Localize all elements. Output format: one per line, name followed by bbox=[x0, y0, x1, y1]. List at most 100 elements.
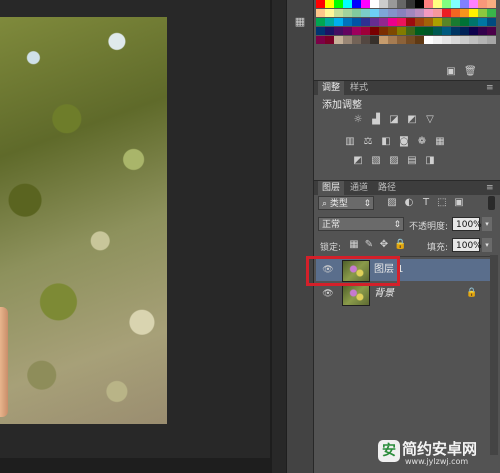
color-swatch[interactable] bbox=[415, 9, 424, 17]
color-swatch[interactable] bbox=[361, 9, 370, 17]
color-swatch[interactable] bbox=[415, 27, 424, 35]
color-swatch[interactable] bbox=[388, 9, 397, 17]
color-swatch[interactable] bbox=[361, 36, 370, 44]
color-swatch[interactable] bbox=[379, 18, 388, 26]
selective-color-icon[interactable]: ◨ bbox=[424, 155, 436, 167]
lock-all-icon[interactable]: 🔒 bbox=[394, 239, 406, 251]
photo-filter-icon[interactable]: ◙ bbox=[398, 136, 410, 148]
color-swatch[interactable] bbox=[361, 27, 370, 35]
color-swatch[interactable] bbox=[379, 36, 388, 44]
color-swatch[interactable] bbox=[442, 0, 451, 8]
color-swatch[interactable] bbox=[406, 27, 415, 35]
color-swatch[interactable] bbox=[406, 18, 415, 26]
color-swatch[interactable] bbox=[334, 27, 343, 35]
opacity-dropdown[interactable]: ▾ bbox=[482, 217, 492, 231]
color-swatch[interactable] bbox=[397, 9, 406, 17]
color-swatch[interactable] bbox=[442, 27, 451, 35]
color-swatch[interactable] bbox=[397, 18, 406, 26]
color-swatch[interactable] bbox=[487, 0, 496, 8]
fill-input[interactable]: 100% bbox=[452, 238, 482, 252]
color-swatch[interactable] bbox=[388, 18, 397, 26]
color-swatch[interactable] bbox=[460, 0, 469, 8]
color-swatch[interactable] bbox=[397, 27, 406, 35]
color-swatch[interactable] bbox=[325, 27, 334, 35]
swatches-panel-icon[interactable]: ▦ bbox=[292, 14, 308, 30]
color-swatch[interactable] bbox=[451, 18, 460, 26]
color-swatch[interactable] bbox=[415, 36, 424, 44]
color-swatch[interactable] bbox=[370, 36, 379, 44]
color-swatch[interactable] bbox=[424, 0, 433, 8]
color-swatch[interactable] bbox=[478, 18, 487, 26]
brightness-icon[interactable]: ☼ bbox=[352, 114, 364, 126]
color-swatch[interactable] bbox=[487, 27, 496, 35]
color-swatch[interactable] bbox=[433, 0, 442, 8]
color-swatch[interactable] bbox=[451, 27, 460, 35]
color-swatch[interactable] bbox=[424, 9, 433, 17]
color-swatch[interactable] bbox=[325, 0, 334, 8]
color-swatch[interactable] bbox=[469, 18, 478, 26]
color-swatch[interactable] bbox=[352, 27, 361, 35]
filter-shape-icon[interactable]: ⬚ bbox=[436, 197, 448, 209]
eye-visibility-icon[interactable]: 👁 bbox=[322, 288, 334, 300]
color-swatch[interactable] bbox=[361, 18, 370, 26]
blend-mode-select[interactable]: 正常 ⇕ bbox=[318, 217, 404, 231]
color-swatch[interactable] bbox=[478, 27, 487, 35]
color-swatch[interactable] bbox=[406, 9, 415, 17]
color-swatch[interactable] bbox=[487, 36, 496, 44]
color-swatch[interactable] bbox=[451, 0, 460, 8]
color-swatch[interactable] bbox=[388, 27, 397, 35]
color-swatch[interactable] bbox=[433, 9, 442, 17]
color-swatch[interactable] bbox=[334, 36, 343, 44]
vibrance-icon[interactable]: ▽ bbox=[424, 114, 436, 126]
curves-icon[interactable]: ◪ bbox=[388, 114, 400, 126]
color-swatch[interactable] bbox=[334, 18, 343, 26]
filter-smart-object-icon[interactable]: ▣ bbox=[453, 197, 465, 209]
tab-styles[interactable]: 样式 bbox=[346, 81, 372, 95]
color-swatch[interactable] bbox=[397, 36, 406, 44]
color-swatch[interactable] bbox=[316, 18, 325, 26]
color-swatch[interactable] bbox=[460, 18, 469, 26]
color-swatch[interactable] bbox=[487, 18, 496, 26]
color-swatch[interactable] bbox=[352, 36, 361, 44]
panel-menu-icon[interactable]: ≡ bbox=[486, 81, 494, 95]
color-swatch[interactable] bbox=[343, 18, 352, 26]
color-swatch[interactable] bbox=[361, 0, 370, 8]
filter-pixel-icon[interactable]: ▨ bbox=[386, 197, 398, 209]
color-swatch[interactable] bbox=[370, 27, 379, 35]
color-swatch[interactable] bbox=[406, 36, 415, 44]
color-swatch[interactable] bbox=[352, 0, 361, 8]
color-swatch[interactable] bbox=[325, 36, 334, 44]
tab-layers[interactable]: 图层 bbox=[318, 181, 345, 195]
tab-channels[interactable]: 通道 bbox=[346, 181, 372, 195]
black-white-icon[interactable]: ◧ bbox=[380, 136, 392, 148]
color-swatch[interactable] bbox=[469, 0, 478, 8]
color-swatch[interactable] bbox=[316, 36, 325, 44]
color-swatch[interactable] bbox=[460, 36, 469, 44]
layers-scrollbar[interactable] bbox=[490, 255, 498, 455]
color-swatch[interactable] bbox=[424, 18, 433, 26]
color-swatch[interactable] bbox=[478, 9, 487, 17]
layer-filter-select[interactable]: ⌕ 类型 ⇕ bbox=[318, 196, 374, 210]
color-swatch[interactable] bbox=[334, 9, 343, 17]
exposure-icon[interactable]: ◩ bbox=[406, 114, 418, 126]
color-swatch[interactable] bbox=[343, 0, 352, 8]
color-swatch[interactable] bbox=[379, 9, 388, 17]
lock-position-icon[interactable]: ✥ bbox=[378, 239, 390, 251]
color-swatch[interactable] bbox=[316, 27, 325, 35]
color-swatch[interactable] bbox=[316, 0, 325, 8]
color-swatch[interactable] bbox=[433, 18, 442, 26]
color-swatch[interactable] bbox=[424, 36, 433, 44]
color-swatch[interactable] bbox=[460, 9, 469, 17]
panel-menu-icon[interactable]: ≡ bbox=[486, 181, 494, 195]
color-swatch[interactable] bbox=[478, 36, 487, 44]
color-swatch[interactable] bbox=[397, 0, 406, 8]
tab-paths[interactable]: 路径 bbox=[374, 181, 400, 195]
color-swatch[interactable] bbox=[415, 0, 424, 8]
threshold-icon[interactable]: ▨ bbox=[388, 155, 400, 167]
tab-adjustments[interactable]: 调整 bbox=[318, 81, 345, 95]
color-swatch[interactable] bbox=[469, 36, 478, 44]
layer-row-background[interactable]: 👁 背景 🔒 bbox=[316, 283, 490, 306]
color-swatch[interactable] bbox=[433, 36, 442, 44]
color-swatch[interactable] bbox=[460, 27, 469, 35]
filter-toggle[interactable] bbox=[488, 196, 495, 210]
